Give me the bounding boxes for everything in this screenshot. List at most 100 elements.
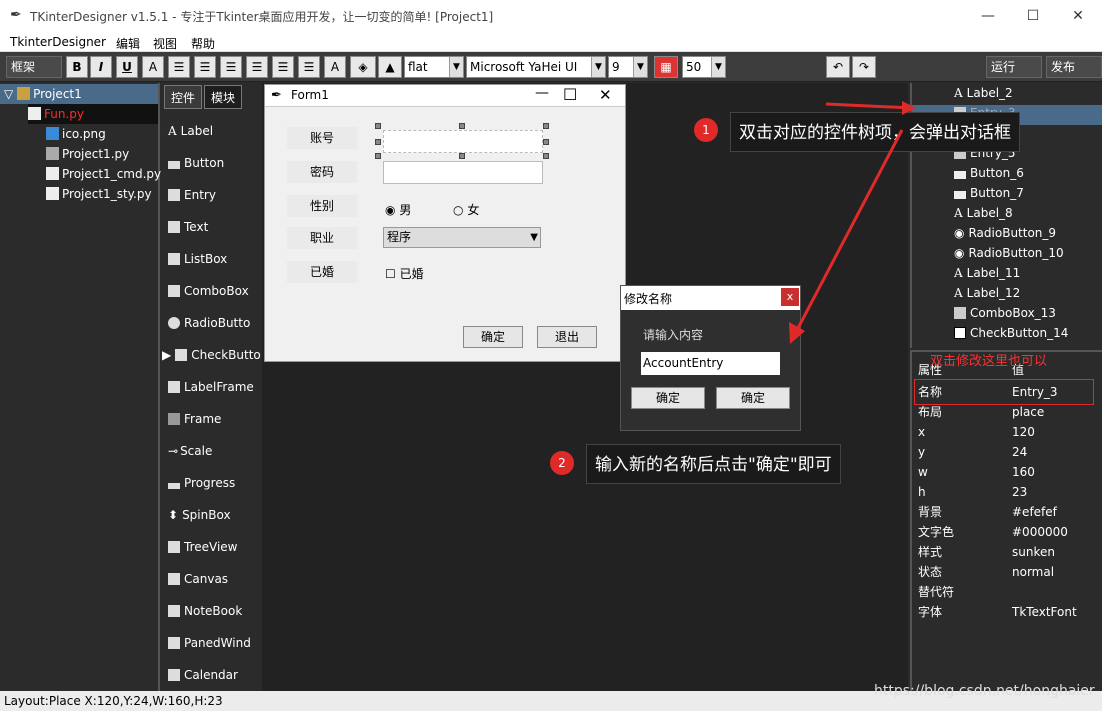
run-button[interactable]: 运行 (986, 56, 1042, 78)
prop-row-show-char[interactable]: 替代符 (918, 582, 1098, 602)
tab-controls[interactable]: 控件 (164, 85, 203, 109)
tree-item-combobox-13[interactable]: ComboBox_13 (954, 303, 1056, 323)
job-combobox[interactable]: 程序 ▼ (383, 227, 541, 248)
tree-item-checkbutton-14[interactable]: CheckButton_14 (954, 323, 1068, 343)
tree-item-radiobutton-10[interactable]: ◉ RadioButton_10 (954, 243, 1064, 263)
file-ico-png[interactable]: ico.png (46, 124, 106, 144)
resize-handle[interactable] (459, 123, 465, 129)
file-project1-py[interactable]: Project1.py (46, 144, 129, 164)
publish-button[interactable]: 发布 (1046, 56, 1102, 78)
married-checkbox[interactable]: ☐ 已婚 (385, 265, 424, 282)
prop-row-layout[interactable]: 布局 place (918, 402, 1098, 422)
tree-item-radiobutton-9[interactable]: ◉ RadioButton_9 (954, 223, 1056, 243)
prop-row-font[interactable]: 字体 TkTextFont (918, 602, 1098, 622)
dialog-ok-button-2[interactable]: 确定 (716, 387, 790, 409)
control-scale[interactable]: ⊸ Scale (168, 441, 212, 461)
form-close-icon[interactable]: ✕ (599, 86, 612, 104)
align-top-icon[interactable]: ☰ (246, 56, 268, 78)
tree-item-label-2[interactable]: A Label_2 (954, 83, 1013, 103)
resize-handle[interactable] (543, 139, 549, 145)
tree-root-project1[interactable]: ▽ Project1 (0, 84, 158, 104)
font-color-button[interactable]: A (142, 56, 164, 78)
prop-row-name[interactable]: 名称 Entry_3 (918, 382, 1098, 402)
control-combobox[interactable]: ComboBox (168, 281, 249, 301)
file-project1-sty-py[interactable]: Project1_sty.py (46, 184, 152, 204)
control-canvas[interactable]: Canvas (168, 569, 228, 589)
radio-male[interactable]: ◉ 男 (385, 201, 411, 218)
control-labelframe[interactable]: LabelFrame (168, 377, 254, 397)
fill-bucket-icon[interactable]: ◈ (350, 56, 376, 78)
dialog-close-button[interactable]: x (781, 288, 799, 306)
control-checkbutton[interactable]: ▶ CheckButto (162, 345, 261, 365)
frame-select[interactable]: 框架 (6, 56, 62, 78)
tree-item-label-11[interactable]: A Label_11 (954, 263, 1020, 283)
align-right-icon[interactable]: ☰ (220, 56, 242, 78)
menu-help[interactable]: 帮助 (191, 35, 215, 52)
dialog-ok-button[interactable]: 确定 (631, 387, 705, 409)
file-fun-py[interactable]: Fun.py (28, 104, 158, 124)
resize-handle[interactable] (375, 153, 381, 159)
resize-handle[interactable] (543, 123, 549, 129)
password-entry[interactable] (383, 161, 543, 184)
control-button[interactable]: Button (168, 153, 224, 173)
align-center-icon[interactable]: ☰ (194, 56, 216, 78)
align-bottom-icon[interactable]: ☰ (298, 56, 320, 78)
underline-button[interactable]: U (116, 56, 138, 78)
relief-select[interactable]: flat ▼ (404, 56, 464, 78)
minimize-button[interactable]: — (968, 4, 1008, 28)
control-frame[interactable]: Frame (168, 409, 221, 429)
form-minimize-icon[interactable]: — (535, 85, 549, 101)
resize-handle[interactable] (375, 139, 381, 145)
grid-icon[interactable]: ▦ (654, 56, 678, 78)
form1-window[interactable]: ✒ Form1 — ☐ ✕ 账号 密码 性别 ◉ 男 ○ 女 职业 程序 ▼ 已婚… (264, 84, 626, 362)
form-exit-button[interactable]: 退出 (537, 326, 597, 348)
grid-size-select[interactable]: 50 ▼ (682, 56, 726, 78)
control-listbox[interactable]: ListBox (168, 249, 227, 269)
control-radiobutton[interactable]: RadioButto (168, 313, 250, 333)
control-notebook[interactable]: NoteBook (168, 601, 242, 621)
image-icon[interactable]: ▲ (378, 56, 402, 78)
resize-handle[interactable] (459, 153, 465, 159)
align-left-icon[interactable]: ☰ (168, 56, 190, 78)
tree-item-label-12[interactable]: A Label_12 (954, 283, 1020, 303)
prop-row-state[interactable]: 状态 normal (918, 562, 1098, 582)
control-spinbox[interactable]: ⬍ SpinBox (168, 505, 231, 525)
font-family-select[interactable]: Microsoft YaHei UI ▼ (466, 56, 606, 78)
menu-edit[interactable]: 编辑 (116, 35, 140, 52)
form-ok-button[interactable]: 确定 (463, 326, 523, 348)
control-text[interactable]: Text (168, 217, 208, 237)
bold-button[interactable]: B (66, 56, 88, 78)
control-progress[interactable]: Progress (168, 473, 235, 493)
tab-modules[interactable]: 模块 (204, 85, 243, 109)
undo-icon[interactable]: ↶ (826, 56, 850, 78)
prop-row-w[interactable]: w 160 (918, 462, 1098, 482)
prop-row-background[interactable]: 背景 #efefef (918, 502, 1098, 522)
control-panedwindow[interactable]: PanedWind (168, 633, 251, 653)
menu-tkinterdesigner[interactable]: TkinterDesigner (10, 35, 106, 49)
font-size-select[interactable]: 9 ▼ (608, 56, 648, 78)
menu-view[interactable]: 视图 (153, 35, 177, 52)
redo-icon[interactable]: ↷ (852, 56, 876, 78)
control-entry[interactable]: Entry (168, 185, 216, 205)
tree-item-button-6[interactable]: Button_6 (954, 163, 1024, 183)
dialog-name-input[interactable]: AccountEntry (641, 352, 780, 375)
close-button[interactable]: ✕ (1058, 4, 1098, 28)
resize-handle[interactable] (543, 153, 549, 159)
prop-row-y[interactable]: y 24 (918, 442, 1098, 462)
resize-handle[interactable] (375, 123, 381, 129)
control-treeview[interactable]: TreeView (168, 537, 237, 557)
tree-item-button-7[interactable]: Button_7 (954, 183, 1024, 203)
file-project1-cmd-py[interactable]: Project1_cmd.py (46, 164, 161, 184)
italic-button[interactable]: I (90, 56, 112, 78)
tree-item-label-8[interactable]: A Label_8 (954, 203, 1013, 223)
account-entry[interactable] (383, 130, 543, 153)
radio-female[interactable]: ○ 女 (453, 201, 479, 218)
control-label[interactable]: A Label (168, 121, 213, 141)
prop-row-style[interactable]: 样式 sunken (918, 542, 1098, 562)
align-middle-icon[interactable]: ☰ (272, 56, 294, 78)
prop-row-x[interactable]: x 120 (918, 422, 1098, 442)
control-calendar[interactable]: Calendar (168, 665, 238, 685)
prop-row-text-color[interactable]: 文字色 #000000 (918, 522, 1098, 542)
maximize-button[interactable]: ☐ (1013, 4, 1053, 28)
form-maximize-icon[interactable]: ☐ (563, 85, 577, 104)
